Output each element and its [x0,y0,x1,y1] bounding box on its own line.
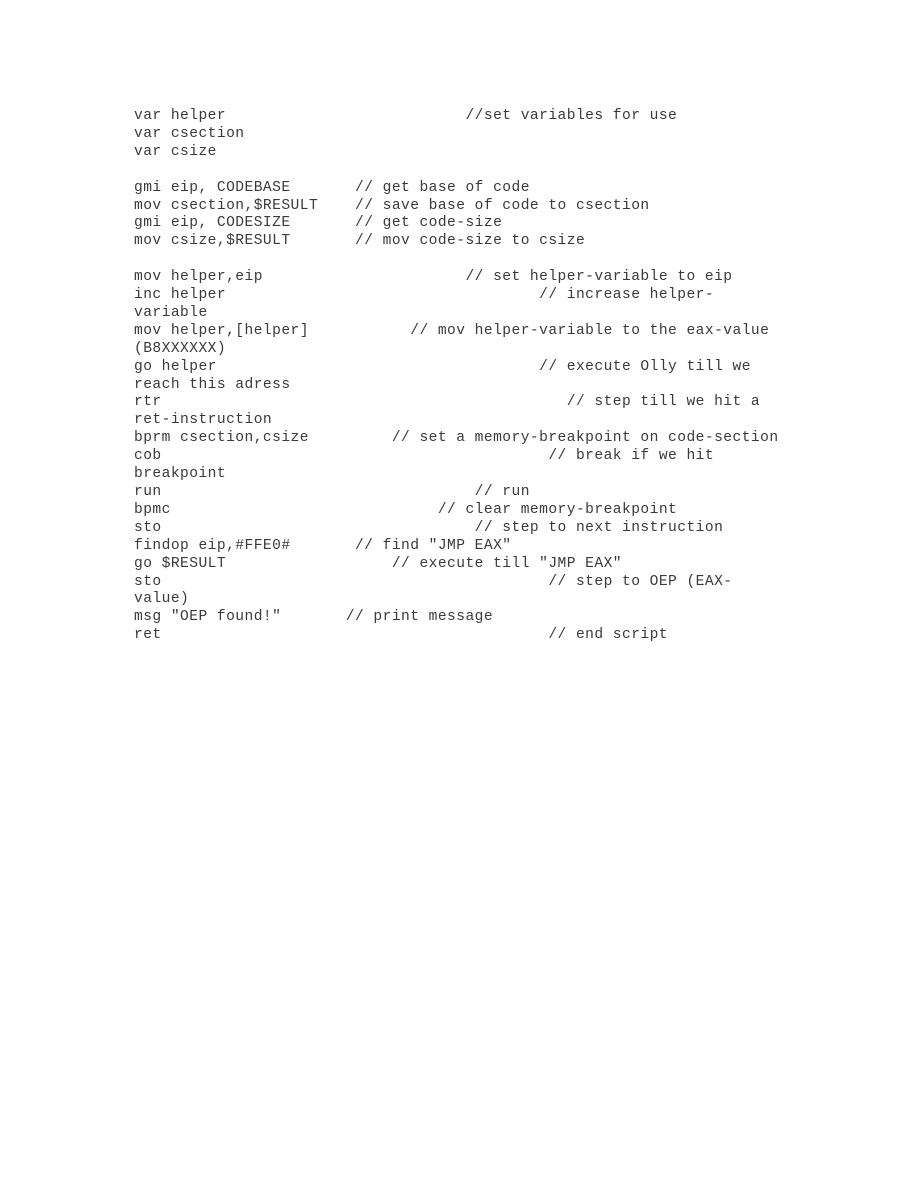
code-line: sto // step to next instruction [134,519,724,536]
code-line: bprm csection,csize // set a memory-brea… [134,430,779,447]
code-line: bpmc // clear memory-breakpoint [134,501,678,518]
code-line: gmi eip, CODESIZE // get code-size [134,215,503,232]
code-line: var helper //set variables for use [134,108,678,124]
code-line: sto // step to OEP (EAX-value) [134,573,733,608]
code-line: rtr // step till we hit a ret-instructio… [134,394,770,429]
code-line: run // run [134,484,530,500]
code-line: inc helper // increase helper-variable [134,287,715,321]
code-line: mov csection,$RESULT // save base of cod… [134,197,650,214]
document-page: var helper //set variables for use var cs… [0,0,920,1191]
code-line: go $RESULT // execute till "JMP EAX" [134,555,623,572]
code-line: ret // end script [134,627,669,644]
code-line: findop eip,#FFE0# // find "JMP EAX" [134,537,512,554]
code-line: gmi eip, CODEBASE // get base of code [134,179,530,196]
code-line: msg "OEP found!" // print message [134,609,494,626]
script-code-block: var helper //set variables for use var cs… [134,108,780,645]
code-line: var csection [134,125,245,142]
code-line: mov helper,[helper] // mov helper-variab… [134,322,779,357]
code-line: go helper // execute Olly till we reach … [134,358,761,393]
code-line: mov csize,$RESULT // mov code-size to cs… [134,233,586,250]
code-line: cob // break if we hit breakpoint [134,448,724,483]
code-line: mov helper,eip // set helper-variable to… [134,269,733,286]
code-line: var csize [134,143,217,160]
